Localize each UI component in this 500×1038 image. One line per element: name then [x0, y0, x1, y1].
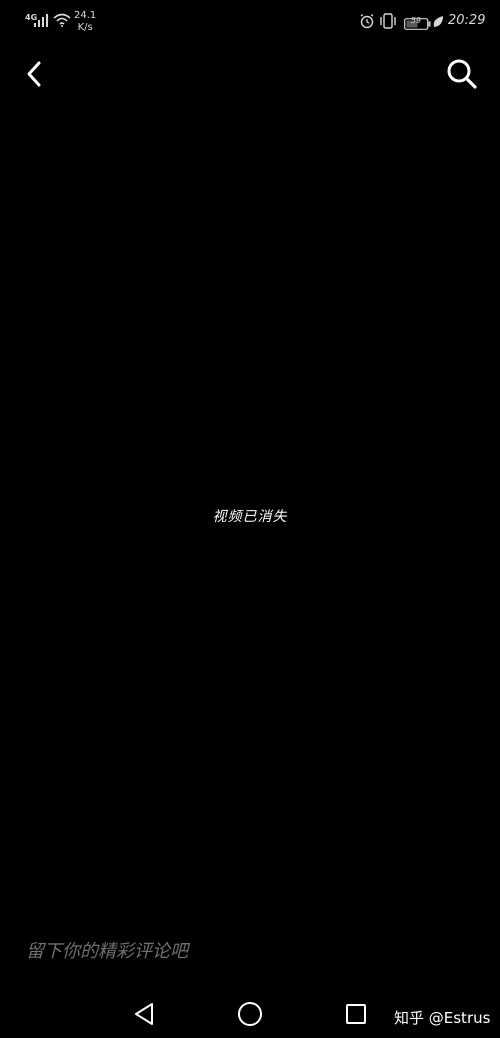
search-button[interactable]: [440, 56, 484, 96]
circle-home-icon: [237, 1001, 263, 1031]
square-recent-icon: [344, 1002, 368, 1030]
system-recent-apps-button[interactable]: [342, 1002, 370, 1030]
wifi-icon: [53, 12, 71, 31]
search-icon: [446, 58, 478, 94]
network-speed-unit: K/s: [77, 22, 93, 33]
back-button[interactable]: [14, 56, 54, 96]
clock-time: 20:29: [448, 13, 486, 28]
comment-input[interactable]: [26, 936, 326, 966]
video-gone-message: 视频已消失: [212, 509, 288, 525]
battery-level: 59: [410, 16, 422, 25]
network-speed-value: 24.1: [74, 10, 97, 21]
leaf-icon: [432, 14, 444, 33]
vibrate-icon: [379, 13, 397, 33]
triangle-back-icon: [133, 1002, 155, 1030]
alarm-icon: [359, 13, 375, 33]
signal-icon: [33, 12, 49, 31]
status-bar: 4G 24.1 K/s 59 20:29: [0, 0, 500, 44]
network-speed: 24.1 K/s: [74, 10, 96, 34]
system-back-button[interactable]: [130, 1002, 158, 1030]
system-home-button[interactable]: [236, 1002, 264, 1030]
chevron-left-icon: [24, 60, 44, 92]
watermark: 知乎 @Estrus: [394, 1009, 491, 1027]
